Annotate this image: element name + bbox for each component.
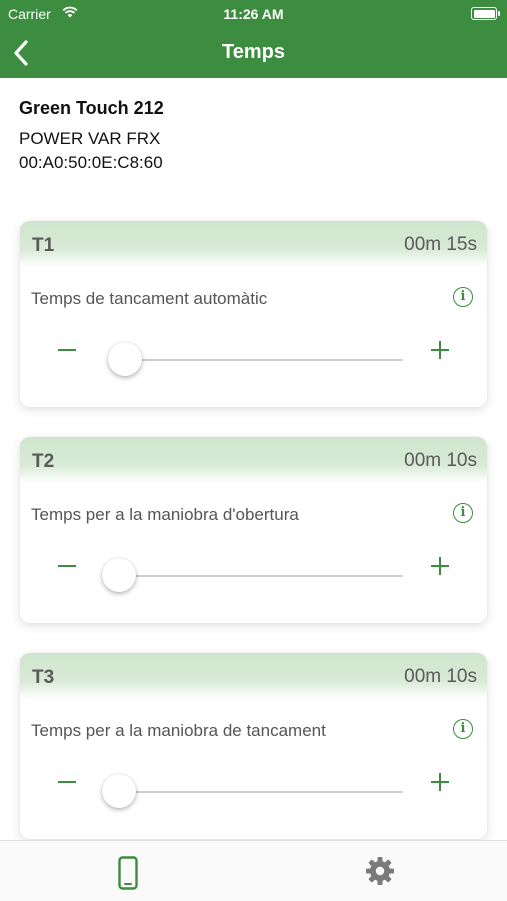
timer-id: T1: [32, 235, 55, 256]
gear-icon: [365, 856, 395, 891]
tab-settings[interactable]: [330, 841, 430, 901]
info-icon[interactable]: i: [453, 287, 473, 307]
timer-description: Temps per a la maniobra de tancament: [31, 721, 326, 740]
timer-description: Temps per a la maniobra d'obertura: [31, 505, 299, 524]
increment-button[interactable]: [431, 341, 449, 359]
timer-card-header: T1 00m 15s: [20, 221, 487, 267]
slider-track[interactable]: [110, 359, 403, 361]
decrement-button[interactable]: [58, 781, 76, 783]
decrement-button[interactable]: [58, 349, 76, 351]
slider-track[interactable]: [110, 791, 403, 793]
timer-description: Temps de tancament automàtic: [31, 289, 268, 308]
device-info: Green Touch 212 POWER VAR FRX 00:A0:50:0…: [19, 98, 164, 175]
timer-card-header: T3 00m 10s: [20, 653, 487, 699]
timer-value: 00m 10s: [404, 666, 477, 687]
page-title: Temps: [222, 41, 285, 63]
decrement-button[interactable]: [58, 565, 76, 567]
timer-card-t1: T1 00m 15s Temps de tancament automàtic …: [20, 221, 487, 407]
slider-thumb[interactable]: [101, 558, 136, 592]
navigation-bar: Temps: [0, 28, 507, 78]
phone-icon: [118, 856, 138, 895]
device-mac-address: 00:A0:50:0E:C8:60: [19, 153, 163, 172]
tab-device[interactable]: [78, 841, 178, 901]
info-icon[interactable]: i: [453, 719, 473, 739]
increment-button[interactable]: [431, 557, 449, 575]
clock: 11:26 AM: [223, 6, 284, 22]
slider-track[interactable]: [110, 575, 403, 577]
slider-thumb[interactable]: [101, 774, 136, 808]
timer-card-t2: T2 00m 10s Temps per a la maniobra d'obe…: [20, 437, 487, 623]
battery-icon: [471, 7, 500, 20]
timer-card-t3: T3 00m 10s Temps per a la maniobra de ta…: [20, 653, 487, 839]
timer-id: T3: [32, 667, 55, 688]
slider-thumb[interactable]: [107, 342, 142, 376]
increment-button[interactable]: [431, 773, 449, 791]
device-name: Green Touch 212: [19, 98, 164, 118]
timer-card-header: T2 00m 10s: [20, 437, 487, 483]
device-model: POWER VAR FRX: [19, 129, 161, 148]
info-icon[interactable]: i: [453, 503, 473, 523]
timer-value: 00m 15s: [404, 234, 477, 255]
status-bar: Carrier 11:26 AM: [0, 0, 507, 28]
timer-value: 00m 10s: [404, 450, 477, 471]
timer-id: T2: [32, 451, 55, 472]
tab-bar: [0, 840, 507, 901]
